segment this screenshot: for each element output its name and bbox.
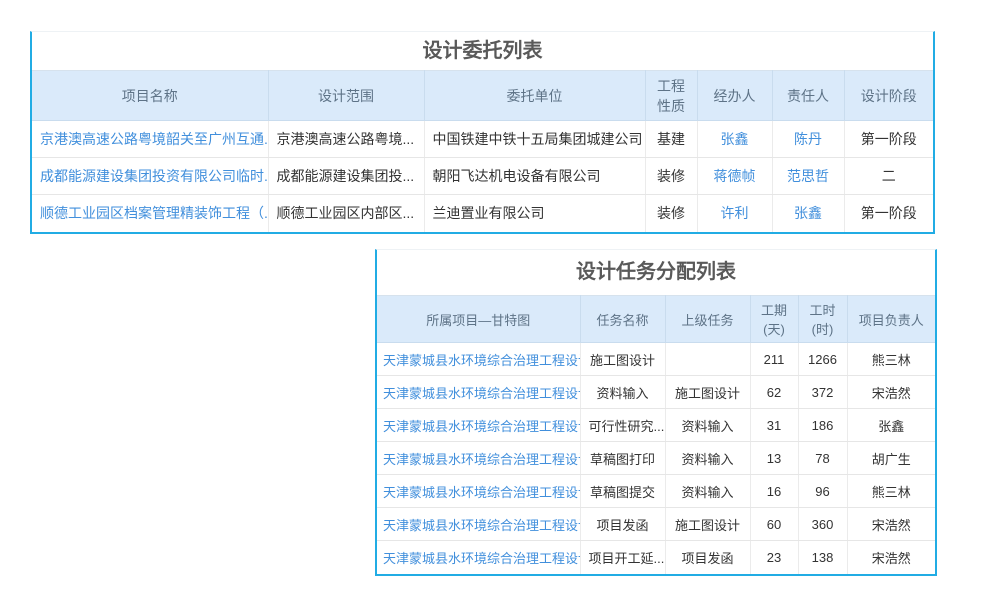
col-header-responsible: 责任人	[772, 71, 844, 121]
project-lead-cell: 胡广生	[847, 442, 935, 475]
handler-link[interactable]: 许利	[721, 205, 749, 221]
duration-days-cell: 211	[750, 343, 798, 376]
parent-task-cell: 施工图设计	[665, 508, 750, 541]
col-header-project-name: 项目名称	[32, 71, 268, 121]
col-header-parent-task: 上级任务	[665, 296, 750, 343]
col-header-handler: 经办人	[697, 71, 772, 121]
col-header-design-stage: 设计阶段	[844, 71, 933, 121]
gantt-project-link[interactable]: 天津蒙城县水环境综合治理工程设计项目	[383, 485, 580, 500]
table-row: 天津蒙城县水环境综合治理工程设计项目 项目开工延... 项目发函 23 138 …	[377, 541, 935, 574]
task-table: 所属项目—甘特图 任务名称 上级任务 工期 (天) 工时 (时) 项目负责人 天…	[377, 295, 935, 574]
gantt-project-link[interactable]: 天津蒙城县水环境综合治理工程设计项目	[383, 518, 580, 533]
design-scope-cell: 顺德工业园区内部区...	[268, 195, 424, 232]
project-lead-cell: 熊三林	[847, 343, 935, 376]
duration-days-cell: 31	[750, 409, 798, 442]
table-row: 天津蒙城县水环境综合治理工程设计项目 资料输入 施工图设计 62 372 宋浩然	[377, 376, 935, 409]
responsible-link[interactable]: 范思哲	[787, 168, 829, 184]
col-header-client-unit: 委托单位	[424, 71, 645, 121]
responsible-link[interactable]: 张鑫	[794, 205, 822, 221]
design-stage-cell: 第一阶段	[844, 121, 933, 158]
table-row: 天津蒙城县水环境综合治理工程设计项目 项目发函 施工图设计 60 360 宋浩然	[377, 508, 935, 541]
table-row: 天津蒙城县水环境综合治理工程设计项目 施工图设计 211 1266 熊三林	[377, 343, 935, 376]
project-lead-cell: 宋浩然	[847, 541, 935, 574]
parent-task-cell: 项目发函	[665, 541, 750, 574]
duration-days-cell: 16	[750, 475, 798, 508]
parent-task-cell: 施工图设计	[665, 376, 750, 409]
project-name-link[interactable]: 京港澳高速公路粤境韶关至广州互通...	[40, 131, 268, 147]
design-scope-cell: 成都能源建设集团投...	[268, 158, 424, 195]
work-hours-cell: 138	[798, 541, 847, 574]
commission-table: 项目名称 设计范围 委托单位 工程性质 经办人 责任人 设计阶段 京港澳高速公路…	[32, 70, 933, 232]
gantt-project-link[interactable]: 天津蒙城县水环境综合治理工程设计项目	[383, 452, 580, 467]
project-name-link[interactable]: 顺德工业园区档案管理精装饰工程（...	[40, 205, 268, 221]
work-hours-cell: 372	[798, 376, 847, 409]
task-name-cell: 草稿图打印	[580, 442, 665, 475]
col-header-parent-project-gantt: 所属项目—甘特图	[377, 296, 580, 343]
gantt-project-link[interactable]: 天津蒙城县水环境综合治理工程设计项目	[383, 551, 580, 566]
duration-days-cell: 23	[750, 541, 798, 574]
task-header-row: 所属项目—甘特图 任务名称 上级任务 工期 (天) 工时 (时) 项目负责人	[377, 296, 935, 343]
commission-table-title: 设计委托列表	[32, 32, 933, 70]
project-lead-cell: 熊三林	[847, 475, 935, 508]
work-hours-cell: 78	[798, 442, 847, 475]
client-unit-cell: 兰迪置业有限公司	[424, 195, 645, 232]
table-row: 天津蒙城县水环境综合治理工程设计项目 可行性研究... 资料输入 31 186 …	[377, 409, 935, 442]
table-row: 京港澳高速公路粤境韶关至广州互通... 京港澳高速公路粤境... 中国铁建中铁十…	[32, 121, 933, 158]
parent-task-cell: 资料输入	[665, 409, 750, 442]
parent-task-cell: 资料输入	[665, 475, 750, 508]
col-header-duration-days: 工期 (天)	[750, 296, 798, 343]
design-task-panel: 设计任务分配列表 所属项目—甘特图 任务名称 上级任务 工期 (天) 工时 (时…	[375, 249, 937, 576]
client-unit-cell: 朝阳飞达机电设备有限公司	[424, 158, 645, 195]
gantt-project-link[interactable]: 天津蒙城县水环境综合治理工程设计项目	[383, 386, 580, 401]
work-hours-cell: 360	[798, 508, 847, 541]
col-header-design-scope: 设计范围	[268, 71, 424, 121]
design-scope-cell: 京港澳高速公路粤境...	[268, 121, 424, 158]
duration-days-cell: 13	[750, 442, 798, 475]
handler-link[interactable]: 蒋德帧	[714, 168, 756, 184]
gantt-project-link[interactable]: 天津蒙城县水环境综合治理工程设计项目	[383, 419, 580, 434]
col-header-work-hours: 工时 (时)	[798, 296, 847, 343]
col-header-project-lead: 项目负责人	[847, 296, 935, 343]
task-name-cell: 可行性研究...	[580, 409, 665, 442]
project-lead-cell: 宋浩然	[847, 376, 935, 409]
task-name-cell: 项目发函	[580, 508, 665, 541]
work-hours-cell: 186	[798, 409, 847, 442]
gantt-project-link[interactable]: 天津蒙城县水环境综合治理工程设计项目	[383, 353, 580, 368]
task-name-cell: 草稿图提交	[580, 475, 665, 508]
table-row: 天津蒙城县水环境综合治理工程设计项目 草稿图打印 资料输入 13 78 胡广生	[377, 442, 935, 475]
design-stage-cell: 第一阶段	[844, 195, 933, 232]
task-table-title: 设计任务分配列表	[377, 250, 935, 295]
duration-days-cell: 62	[750, 376, 798, 409]
project-name-link[interactable]: 成都能源建设集团投资有限公司临时...	[40, 168, 268, 184]
project-lead-cell: 张鑫	[847, 409, 935, 442]
table-row: 成都能源建设集团投资有限公司临时... 成都能源建设集团投... 朝阳飞达机电设…	[32, 158, 933, 195]
commission-header-row: 项目名称 设计范围 委托单位 工程性质 经办人 责任人 设计阶段	[32, 71, 933, 121]
table-row: 天津蒙城县水环境综合治理工程设计项目 草稿图提交 资料输入 16 96 熊三林	[377, 475, 935, 508]
design-commission-panel: 设计委托列表 项目名称 设计范围 委托单位 工程性质 经办人 责任人 设计阶段 …	[30, 31, 935, 234]
table-row: 顺德工业园区档案管理精装饰工程（... 顺德工业园区内部区... 兰迪置业有限公…	[32, 195, 933, 232]
parent-task-cell	[665, 343, 750, 376]
design-stage-cell: 二	[844, 158, 933, 195]
task-name-cell: 施工图设计	[580, 343, 665, 376]
col-header-project-nature: 工程性质	[645, 71, 697, 121]
client-unit-cell: 中国铁建中铁十五局集团城建公司	[424, 121, 645, 158]
project-nature-cell: 装修	[645, 158, 697, 195]
task-name-cell: 项目开工延...	[580, 541, 665, 574]
project-nature-cell: 基建	[645, 121, 697, 158]
parent-task-cell: 资料输入	[665, 442, 750, 475]
col-header-task-name: 任务名称	[580, 296, 665, 343]
task-name-cell: 资料输入	[580, 376, 665, 409]
work-hours-cell: 1266	[798, 343, 847, 376]
project-nature-cell: 装修	[645, 195, 697, 232]
work-hours-cell: 96	[798, 475, 847, 508]
handler-link[interactable]: 张鑫	[721, 131, 749, 147]
duration-days-cell: 60	[750, 508, 798, 541]
project-lead-cell: 宋浩然	[847, 508, 935, 541]
responsible-link[interactable]: 陈丹	[794, 131, 822, 147]
